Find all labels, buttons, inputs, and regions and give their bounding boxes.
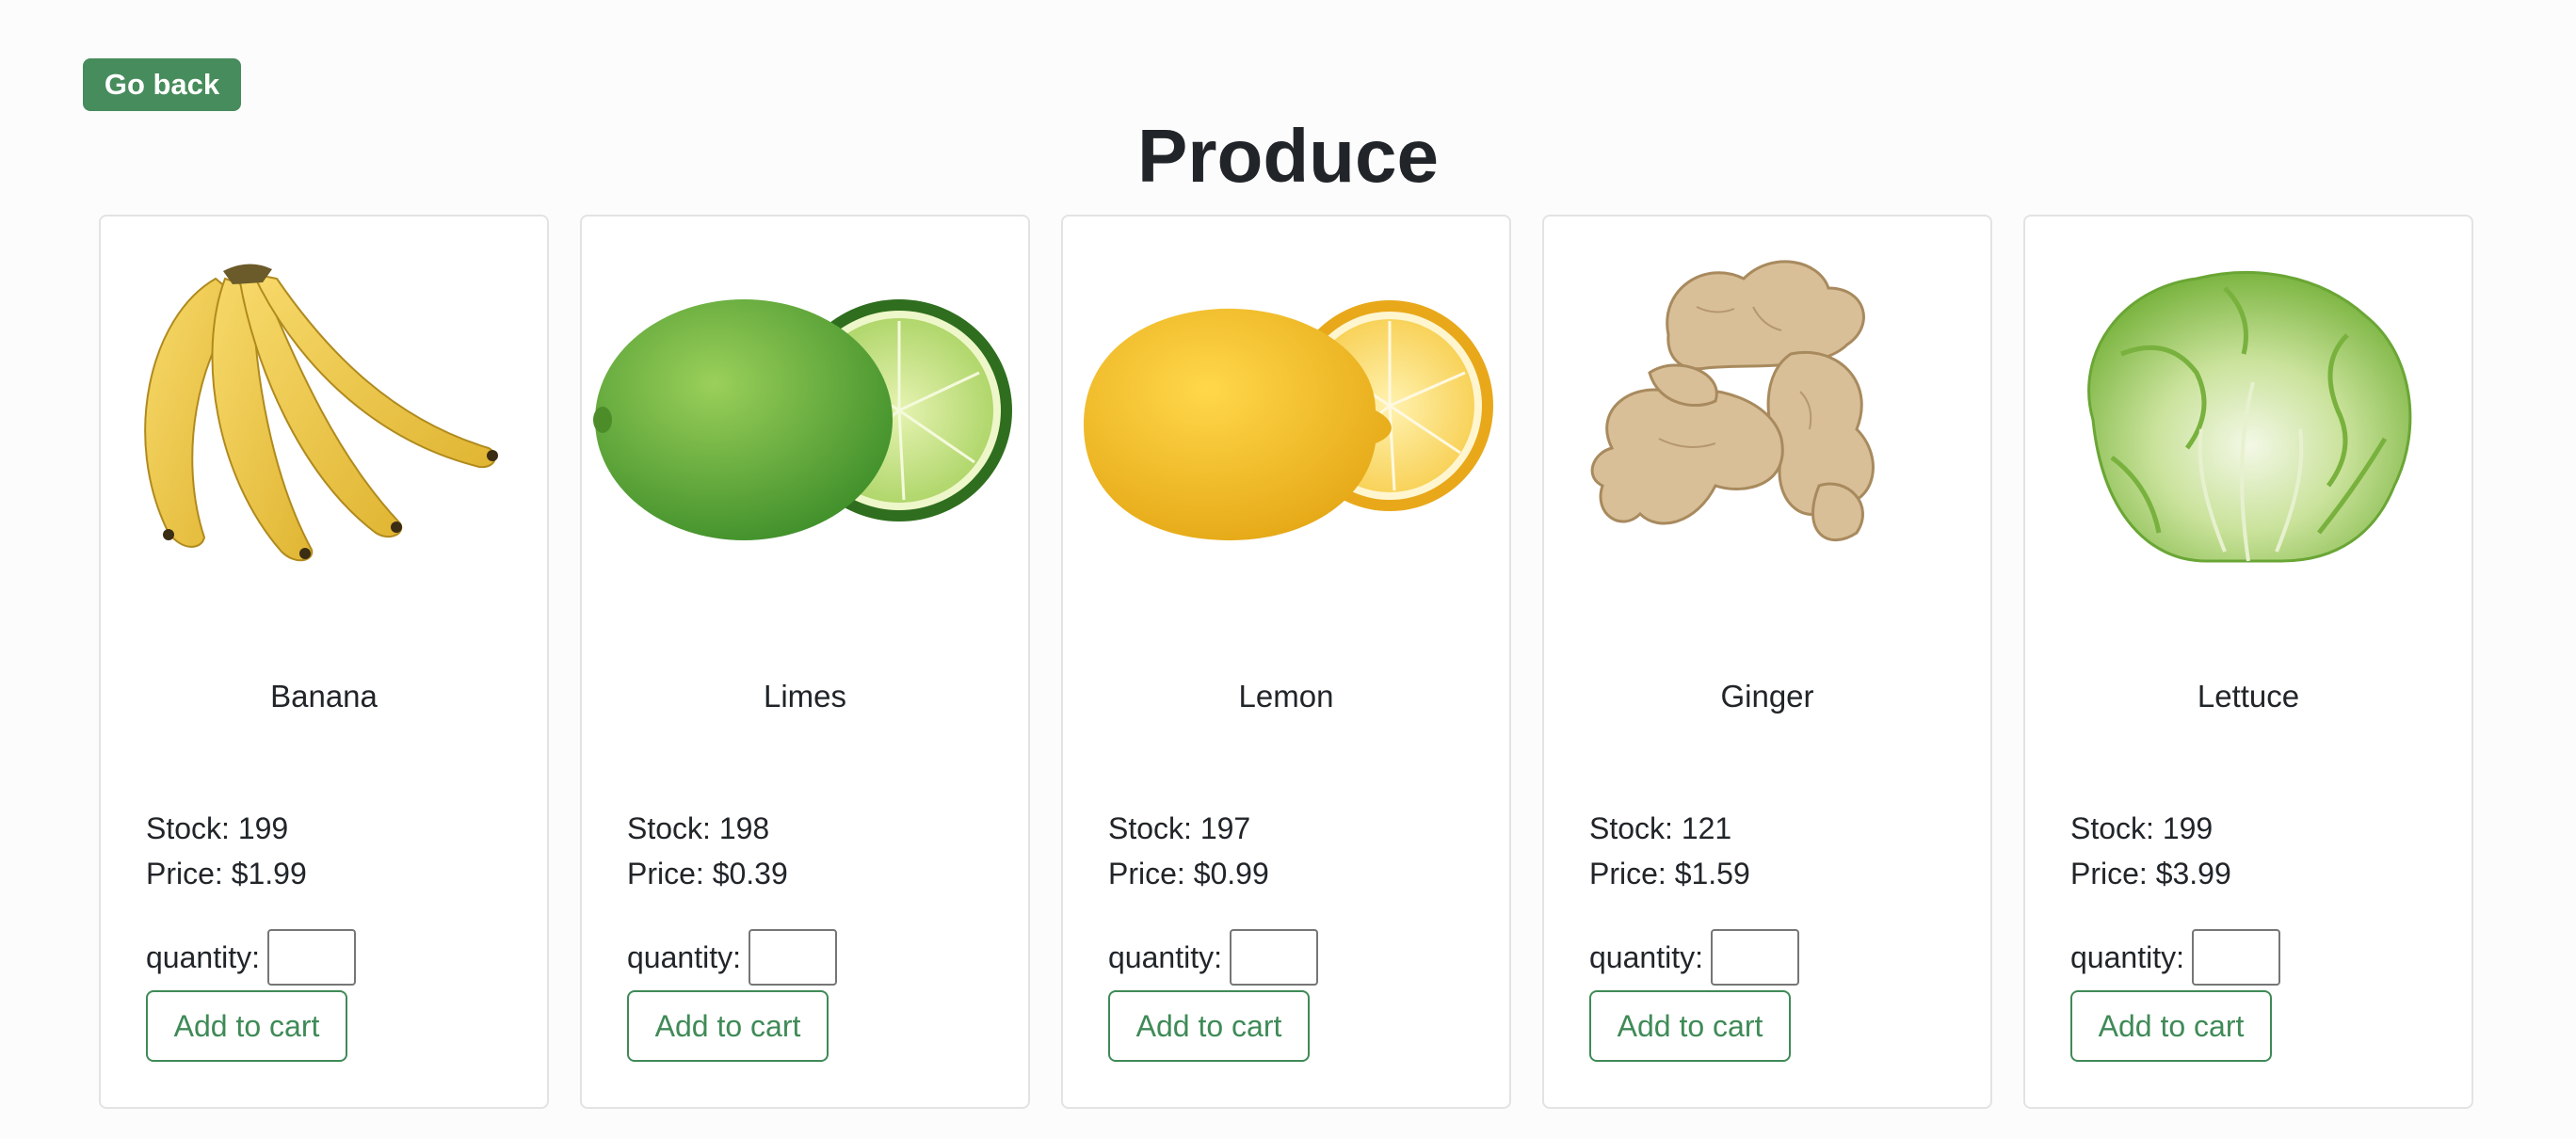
product-grid: Banana Stock: 199 Price: $1.99 quantity:… (99, 215, 2473, 1109)
add-to-cart-button[interactable]: Add to cart (1108, 990, 1310, 1062)
banana-image (112, 250, 538, 589)
lettuce-image (2037, 250, 2462, 589)
quantity-label: quantity: (1589, 940, 1703, 974)
quantity-input[interactable] (748, 929, 837, 986)
product-price: Price: $1.99 (146, 857, 307, 890)
quantity-label: quantity: (627, 940, 741, 974)
add-to-cart-button[interactable]: Add to cart (1589, 990, 1791, 1062)
product-name: Limes (763, 679, 847, 714)
page-title: Produce (1136, 114, 1440, 198)
add-to-cart-button[interactable]: Add to cart (2070, 990, 2272, 1062)
quantity-label: quantity: (1108, 940, 1222, 974)
quantity-row: quantity: (2070, 928, 2280, 987)
quantity-input[interactable] (2191, 929, 2280, 986)
quantity-input[interactable] (1710, 929, 1799, 986)
lime-image (593, 250, 1019, 589)
product-price: Price: $1.59 (1589, 857, 1750, 890)
quantity-row: quantity: (627, 928, 837, 987)
go-back-button[interactable]: Go back (83, 58, 241, 111)
quantity-input[interactable] (266, 929, 356, 986)
product-price: Price: $0.99 (1108, 857, 1269, 890)
product-stock: Stock: 121 (1589, 811, 1732, 845)
add-to-cart-button[interactable]: Add to cart (146, 990, 347, 1062)
ginger-illustration (1590, 260, 1875, 542)
ginger-image (1555, 250, 1981, 589)
product-stock: Stock: 199 (146, 811, 289, 845)
lime-illustration (593, 299, 1012, 540)
quantity-row: quantity: (146, 928, 356, 987)
quantity-label: quantity: (2070, 940, 2184, 974)
quantity-row: quantity: (1108, 928, 1318, 987)
product-stock: Stock: 197 (1108, 811, 1251, 845)
product-card-lemon: Lemon Stock: 197 Price: $0.99 quantity: … (1061, 215, 1511, 1109)
quantity-input[interactable] (1229, 929, 1318, 986)
product-stock: Stock: 199 (2070, 811, 2214, 845)
product-name: Ginger (1720, 679, 1814, 714)
product-card-banana: Banana Stock: 199 Price: $1.99 quantity:… (99, 215, 549, 1109)
banana-illustration (144, 264, 498, 562)
add-to-cart-button[interactable]: Add to cart (627, 990, 829, 1062)
product-card-lettuce: Lettuce Stock: 199 Price: $3.99 quantity… (2023, 215, 2473, 1109)
product-name: Lettuce (2197, 679, 2300, 714)
product-price: Price: $3.99 (2070, 857, 2231, 890)
lemon-illustration (1084, 300, 1493, 541)
product-name: Lemon (1238, 679, 1334, 714)
quantity-row: quantity: (1589, 928, 1799, 987)
lettuce-illustration (2087, 271, 2412, 563)
product-card-limes: Limes Stock: 198 Price: $0.39 quantity: … (580, 215, 1030, 1109)
product-name: Banana (270, 679, 378, 714)
product-card-ginger: Ginger Stock: 121 Price: $1.59 quantity:… (1542, 215, 1992, 1109)
product-stock: Stock: 198 (627, 811, 770, 845)
product-price: Price: $0.39 (627, 857, 788, 890)
quantity-label: quantity: (146, 940, 260, 974)
lemon-image (1074, 250, 1500, 589)
